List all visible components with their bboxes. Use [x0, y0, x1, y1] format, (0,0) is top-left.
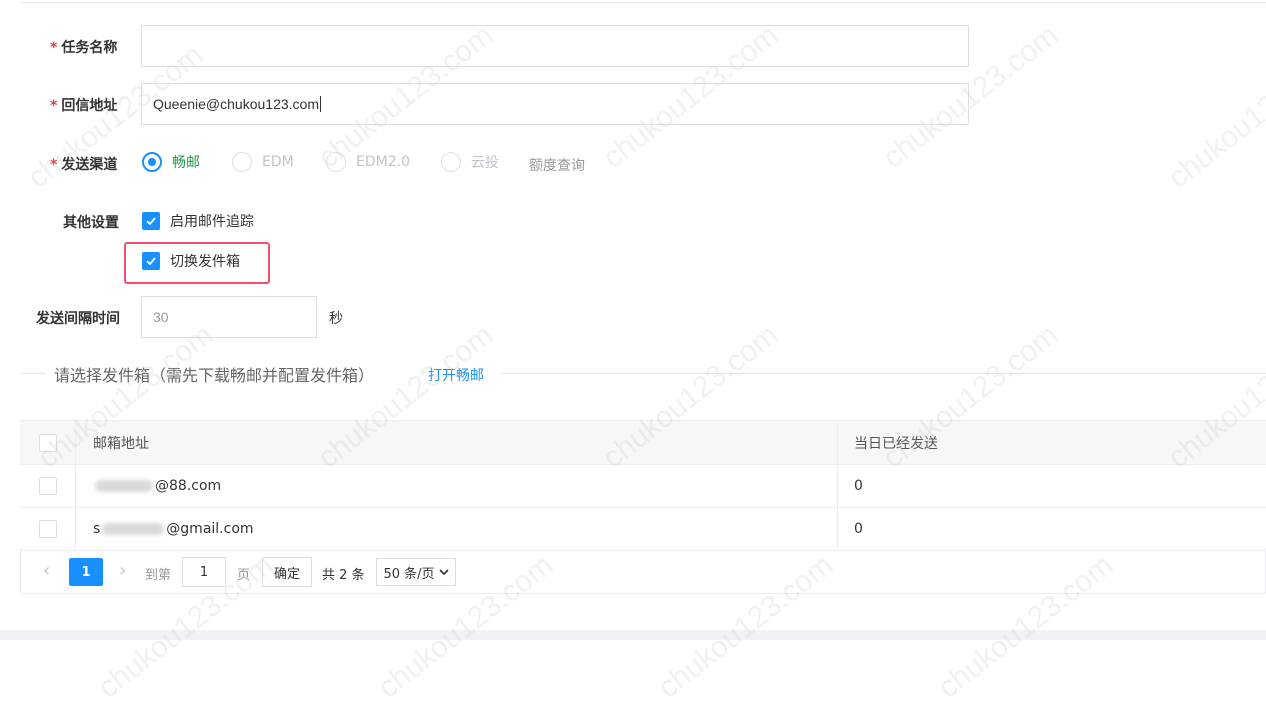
radio-edm2[interactable]: EDM2.0	[326, 152, 410, 172]
interval-label: 发送间隔时间	[36, 311, 120, 327]
quota-query-link[interactable]: 额度查询	[529, 155, 585, 175]
open-changyou-link[interactable]: 打开畅邮	[428, 365, 484, 385]
radio-checked-icon	[142, 152, 162, 172]
goto-page-input[interactable]: 1	[182, 557, 226, 587]
table-header-row: 邮箱地址 当日已经发送	[20, 421, 1266, 465]
row-select-cell	[20, 465, 76, 507]
send-channel-label-text: 发送渠道	[61, 157, 118, 173]
prev-page-icon[interactable]: ‹	[43, 560, 50, 581]
radio-label: 云投	[471, 155, 499, 171]
enable-tracking-checkbox[interactable]: 启用邮件追踪	[142, 211, 254, 231]
checkbox-checked-icon	[142, 212, 160, 230]
table-row[interactable]: s @gmail.com 0	[20, 508, 1266, 551]
select-all-cell	[20, 421, 76, 464]
column-header-email: 邮箱地址	[76, 421, 838, 464]
sent-count-cell: 0	[854, 478, 863, 494]
row-select-cell	[20, 508, 76, 550]
text-caret	[319, 96, 321, 112]
bottom-bar	[0, 630, 1266, 640]
row-checkbox[interactable]	[38, 520, 57, 538]
other-settings-label: 其他设置	[63, 215, 119, 231]
goto-label: 到第	[145, 568, 172, 583]
reply-address-label: * 回信地址	[50, 95, 117, 115]
radio-label: EDM2.0	[356, 154, 410, 170]
top-divider	[20, 2, 1266, 3]
task-name-label: * 任务名称	[50, 37, 117, 57]
chevron-down-icon	[438, 568, 449, 575]
sent-count-cell: 0	[854, 521, 863, 537]
email-cell: s @gmail.com	[76, 508, 838, 550]
email-text: @gmail.com	[166, 521, 254, 537]
radio-unchecked-icon	[326, 152, 346, 172]
interval-unit: 秒	[329, 311, 343, 327]
next-page-icon[interactable]: ›	[119, 560, 126, 581]
send-channel-label: * 发送渠道	[50, 154, 117, 174]
row-checkbox[interactable]	[38, 477, 57, 495]
email-prefix: s	[93, 521, 101, 537]
goto-confirm-button[interactable]: 确定	[262, 557, 312, 587]
email-cell: @88.com	[76, 465, 838, 507]
interval-value: 30	[153, 309, 169, 325]
radio-unchecked-icon	[441, 152, 461, 172]
watermark: chukou123.com	[1161, 38, 1266, 195]
select-all-checkbox[interactable]	[38, 433, 57, 452]
page-size-select[interactable]: 50 条/页	[376, 558, 456, 586]
section-title: 请选择发件箱（需先下载畅邮并配置发件箱）	[54, 368, 375, 385]
table-row[interactable]: @88.com 0	[20, 465, 1266, 508]
radio-yuntou[interactable]: 云投	[441, 152, 499, 172]
email-text: @88.com	[155, 478, 222, 494]
radio-label: EDM	[262, 154, 294, 170]
checkbox-label: 启用邮件追踪	[170, 214, 254, 230]
current-page-button[interactable]: 1	[69, 558, 103, 586]
checkbox-checked-icon	[142, 252, 160, 270]
reply-address-value: Queenie@chukou123.com	[153, 96, 319, 112]
page-size-value: 50 条/页	[383, 566, 435, 582]
radio-label: 畅邮	[172, 155, 200, 171]
checkbox-label: 切换发件箱	[170, 254, 240, 270]
task-name-label-text: 任务名称	[61, 40, 118, 56]
total-count: 共 2 条	[322, 568, 365, 583]
reply-address-input[interactable]: Queenie@chukou123.com	[141, 83, 969, 125]
radio-changyou[interactable]: 畅邮	[142, 152, 200, 172]
section-divider-left	[20, 373, 46, 374]
section-divider-right	[500, 373, 1266, 374]
redacted-text	[95, 480, 153, 492]
sender-mailbox-table: 邮箱地址 当日已经发送 @88.com 0 s @gmail.com 0	[20, 420, 1266, 551]
radio-unchecked-icon	[232, 152, 252, 172]
task-name-input[interactable]	[141, 25, 969, 67]
required-mark: *	[50, 157, 58, 173]
interval-input[interactable]: 30	[141, 296, 317, 338]
page-unit-label: 页	[237, 568, 251, 583]
switch-sender-checkbox[interactable]: 切换发件箱	[142, 251, 240, 271]
redacted-text	[102, 523, 165, 535]
radio-edm[interactable]: EDM	[232, 152, 294, 172]
column-header-sent-today: 当日已经发送	[854, 435, 938, 452]
required-mark: *	[50, 40, 58, 56]
required-mark: *	[50, 98, 58, 114]
reply-address-label-text: 回信地址	[61, 98, 118, 114]
